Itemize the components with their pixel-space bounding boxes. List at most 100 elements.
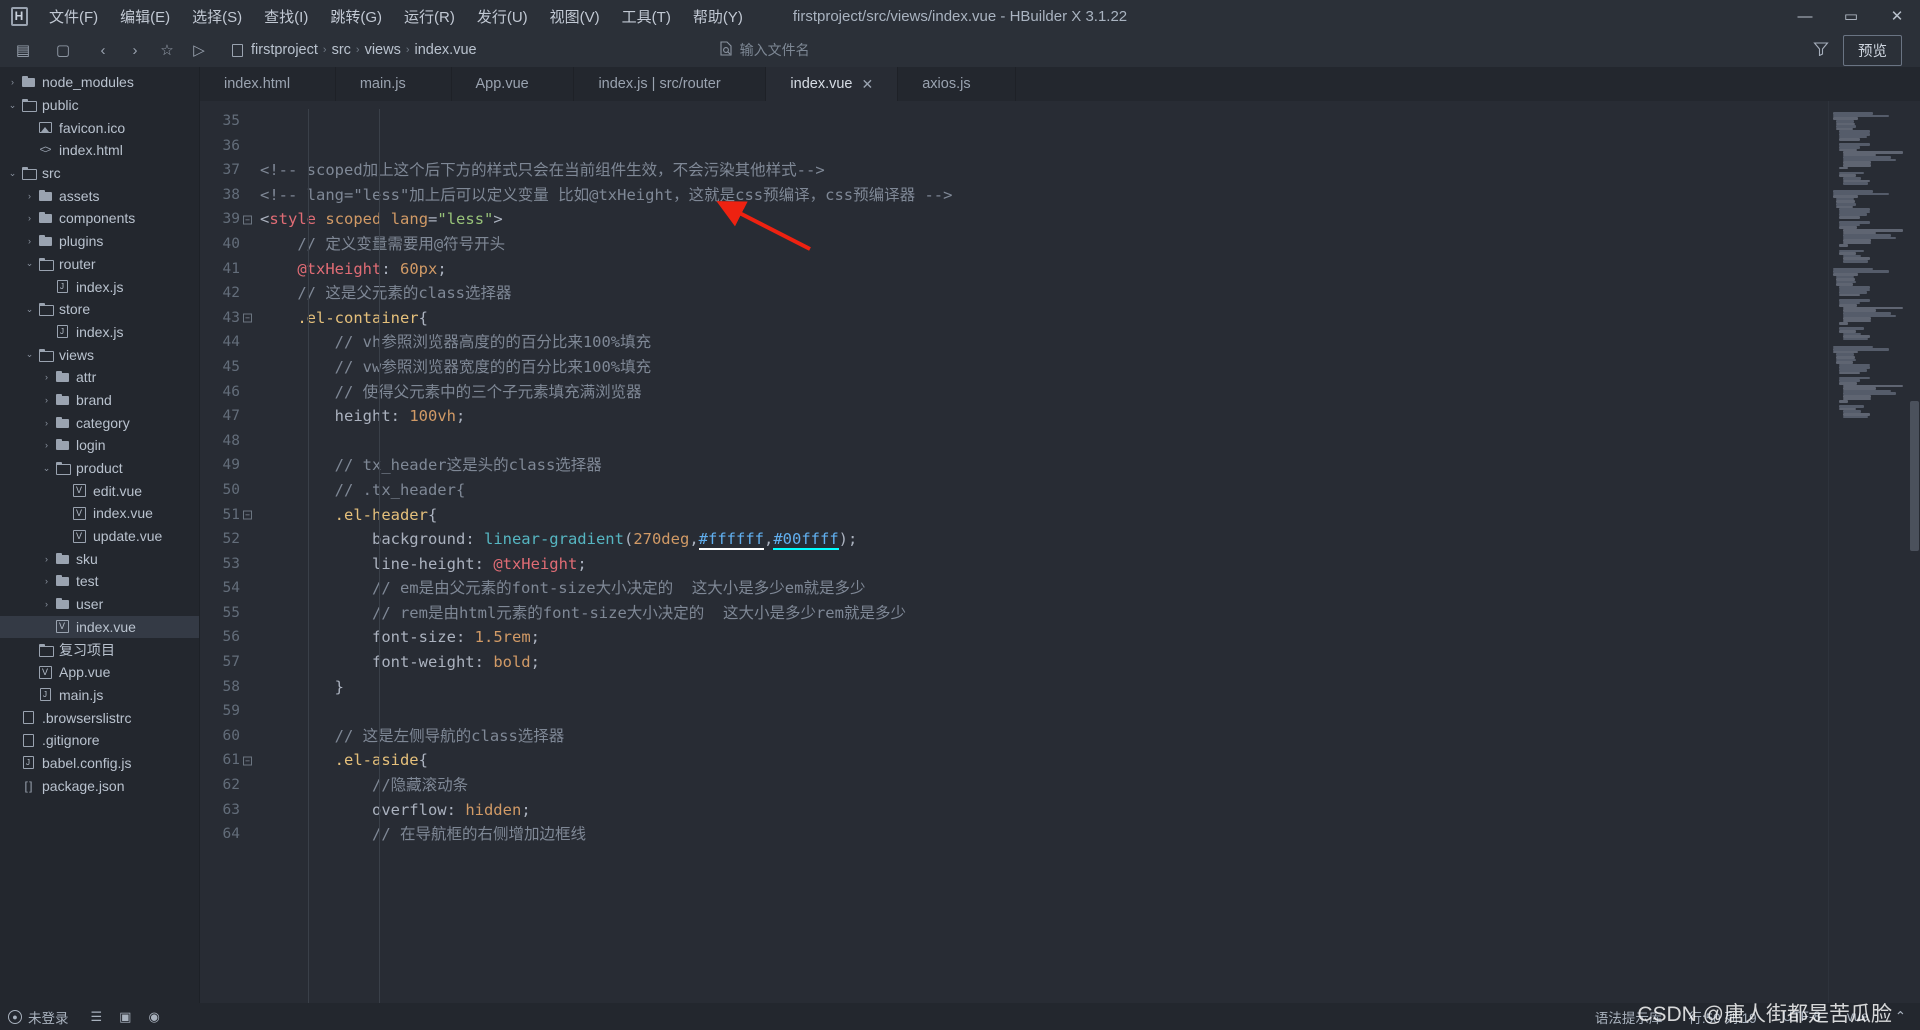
- filter-icon[interactable]: [1813, 41, 1829, 59]
- editor-tab-axios.js[interactable]: axios.js✕: [898, 67, 1017, 101]
- code-line[interactable]: <style scoped lang="less">: [260, 207, 1828, 232]
- chevron-down-icon[interactable]: ⌄: [6, 168, 19, 179]
- file-explorer[interactable]: ›node_modules⌄public›favicon.ico›<>index…: [0, 67, 200, 1003]
- chevron-right-icon[interactable]: ›: [40, 395, 53, 405]
- tree-item--gitignore[interactable]: ›.gitignore: [0, 729, 199, 752]
- chevron-down-icon[interactable]: ⌄: [23, 258, 36, 269]
- code-line[interactable]: font-weight: bold;: [260, 650, 1828, 675]
- editor-tab-index.js[interactable]: index.js | src/router✕: [574, 67, 767, 101]
- code-line[interactable]: // 使得父元素中的三个子元素填充满浏览器: [260, 380, 1828, 405]
- code-line[interactable]: // vh参照浏览器高度的的百分比来100%填充: [260, 330, 1828, 355]
- chevron-down-icon[interactable]: ⌄: [40, 463, 53, 474]
- menu-run[interactable]: 运行(R): [393, 2, 466, 31]
- code-line[interactable]: // 这是父元素的class选择器: [260, 281, 1828, 306]
- code-line[interactable]: .el-container{: [260, 306, 1828, 331]
- code-line[interactable]: // 这是左侧导航的class选择器: [260, 724, 1828, 749]
- code-line[interactable]: // .tx_header{: [260, 478, 1828, 503]
- chevron-right-icon[interactable]: ›: [40, 418, 53, 428]
- editor-tab-main.js[interactable]: main.js✕: [335, 67, 452, 101]
- tree-item-sku[interactable]: › sku: [0, 547, 199, 570]
- menu-goto[interactable]: 跳转(G): [319, 2, 393, 31]
- cursor-position-label[interactable]: 行:50 列:19: [1688, 1007, 1756, 1027]
- editor-surface[interactable]: 35 36 37 38 39− 40 41 42 43− 44 45 46 47 48 49 50 51− 52 5…: [200, 101, 1920, 1003]
- back-icon[interactable]: ‹: [88, 37, 118, 63]
- menu-file[interactable]: 文件(F): [38, 2, 109, 31]
- minimap[interactable]: [1828, 101, 1920, 1003]
- tree-item-app-vue[interactable]: ›VApp.vue: [0, 661, 199, 684]
- menu-find[interactable]: 查找(I): [253, 2, 319, 31]
- encoding-label[interactable]: UTF-8: [1783, 1009, 1821, 1024]
- breadcrumb-item-views[interactable]: views: [365, 42, 401, 58]
- tree-item-index-js[interactable]: ›Jindex.js: [0, 321, 199, 344]
- editor-tab-app.vue[interactable]: App.vue✕: [451, 67, 575, 101]
- tree-item-src[interactable]: ⌄ src: [0, 162, 199, 185]
- maximize-icon[interactable]: ▭: [1828, 0, 1874, 33]
- run-icon[interactable]: ▷: [184, 37, 214, 63]
- tree-item-user[interactable]: › user: [0, 593, 199, 616]
- vertical-scrollbar[interactable]: [1908, 101, 1920, 1003]
- code-line[interactable]: // rem是由html元素的font-size大小决定的 这大小是多少rem就…: [260, 601, 1828, 626]
- code-line[interactable]: [260, 429, 1828, 454]
- tree-item-assets[interactable]: › assets: [0, 184, 199, 207]
- scrollbar-thumb[interactable]: [1910, 401, 1919, 551]
- code-line[interactable]: //隐藏滚动条: [260, 773, 1828, 798]
- tree-item--browserslistrc[interactable]: ›.browserslistrc: [0, 706, 199, 729]
- forward-icon[interactable]: ›: [120, 37, 150, 63]
- tree-item-components[interactable]: › components: [0, 207, 199, 230]
- chevron-right-icon[interactable]: ›: [23, 236, 36, 246]
- syntax-library-label[interactable]: 语法提示库: [1595, 1007, 1663, 1027]
- tree-item-index-vue[interactable]: ›Vindex.vue: [0, 502, 199, 525]
- chevron-down-icon[interactable]: ⌄: [23, 349, 36, 360]
- code-line[interactable]: // tx_header这是头的class选择器: [260, 453, 1828, 478]
- globe-icon[interactable]: ◉: [148, 1009, 159, 1025]
- chevron-right-icon[interactable]: ›: [40, 440, 53, 450]
- menu-select[interactable]: 选择(S): [181, 2, 253, 31]
- tree-item-edit-vue[interactable]: ›Vedit.vue: [0, 479, 199, 502]
- menu-view[interactable]: 视图(V): [539, 2, 611, 31]
- tree-item-product[interactable]: ⌄ product: [0, 457, 199, 480]
- code-line[interactable]: <!-- scoped加上这个后下方的样式只会在当前组件生效，不会污染其他样式-…: [260, 158, 1828, 183]
- save-icon[interactable]: ▢: [48, 37, 78, 63]
- code-line[interactable]: .el-aside{: [260, 748, 1828, 773]
- tab-close-icon[interactable]: ✕: [862, 76, 874, 93]
- tree-item-plugins[interactable]: › plugins: [0, 230, 199, 253]
- preview-button[interactable]: 预览: [1843, 34, 1902, 66]
- tree-item-router[interactable]: ⌄ router: [0, 253, 199, 276]
- breadcrumb-item-project[interactable]: firstproject: [251, 42, 318, 58]
- breadcrumb-item-file[interactable]: index.vue: [415, 42, 477, 58]
- tree-item-babel-config-js[interactable]: ›Jbabel.config.js: [0, 752, 199, 775]
- tree-item-public[interactable]: ⌄ public: [0, 94, 199, 117]
- minimize-icon[interactable]: —: [1782, 0, 1828, 33]
- tree-item-store[interactable]: ⌄ store: [0, 298, 199, 321]
- chevron-right-icon[interactable]: ›: [40, 576, 53, 586]
- file-search[interactable]: 输入文件名: [719, 40, 810, 60]
- chevron-down-icon[interactable]: ⌄: [23, 304, 36, 315]
- code-line[interactable]: <!-- lang="less"加上后可以定义变量 比如@txHeight，这就…: [260, 183, 1828, 208]
- code-line[interactable]: [260, 109, 1828, 134]
- menu-publish[interactable]: 发行(U): [466, 2, 539, 31]
- tree-item-category[interactable]: › category: [0, 411, 199, 434]
- menu-help[interactable]: 帮助(Y): [682, 2, 754, 31]
- code-line[interactable]: // 定义变量需要用@符号开头: [260, 232, 1828, 257]
- menu-tools[interactable]: 工具(T): [611, 2, 682, 31]
- login-status[interactable]: ● 未登录: [8, 1007, 69, 1027]
- chevron-right-icon[interactable]: ›: [40, 554, 53, 564]
- editor-tab-index.vue[interactable]: index.vue ✕: [766, 67, 899, 101]
- tree-item-attr[interactable]: › attr: [0, 366, 199, 389]
- tree-item-update-vue[interactable]: ›Vupdate.vue: [0, 525, 199, 548]
- chevron-right-icon[interactable]: ›: [40, 599, 53, 609]
- code-content[interactable]: <!-- scoped加上这个后下方的样式只会在当前组件生效，不会污染其他样式-…: [246, 101, 1828, 1003]
- code-line[interactable]: background: linear-gradient(270deg,#ffff…: [260, 527, 1828, 552]
- breadcrumb-item-src[interactable]: src: [332, 42, 351, 58]
- menu-edit[interactable]: 编辑(E): [109, 2, 181, 31]
- code-line[interactable]: line-height: @txHeight;: [260, 552, 1828, 577]
- tree-item-test[interactable]: › test: [0, 570, 199, 593]
- bookmark-star-icon[interactable]: ☆: [152, 37, 182, 63]
- tree-item-index-js[interactable]: ›Jindex.js: [0, 275, 199, 298]
- code-line[interactable]: [260, 699, 1828, 724]
- list-icon[interactable]: ☰: [91, 1009, 103, 1025]
- code-line[interactable]: [260, 134, 1828, 159]
- code-line[interactable]: font-size: 1.5rem;: [260, 625, 1828, 650]
- chevron-down-icon[interactable]: ⌄: [6, 100, 19, 111]
- code-line[interactable]: overflow: hidden;: [260, 798, 1828, 823]
